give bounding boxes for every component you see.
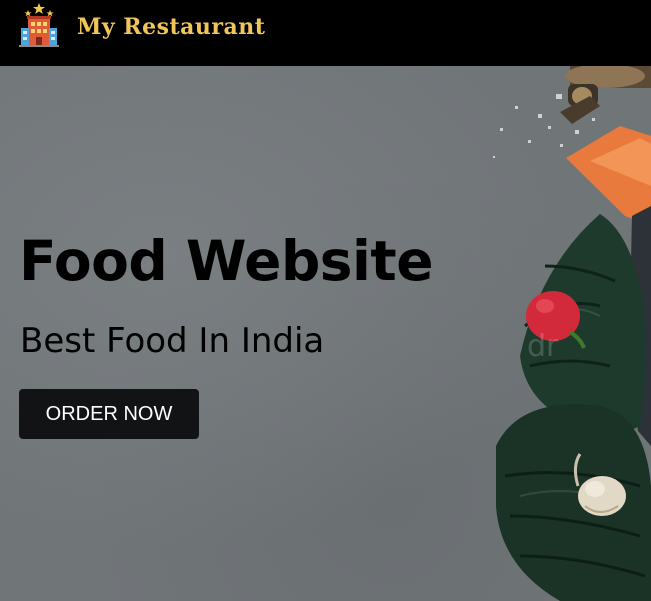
navbar: My Restaurant xyxy=(0,0,651,66)
order-now-button[interactable]: ORDER NOW xyxy=(19,389,199,439)
watermark-text: dr xyxy=(527,329,559,364)
hero-subtitle: Best Food In India xyxy=(20,321,325,361)
brand-name[interactable]: My Restaurant xyxy=(77,14,265,40)
hero-title: Food Website xyxy=(19,229,434,293)
restaurant-building-icon[interactable] xyxy=(15,2,63,50)
pepper-mill-image xyxy=(560,66,651,124)
hero-section: dr Food Website Best Food In India ORDER… xyxy=(0,66,651,601)
